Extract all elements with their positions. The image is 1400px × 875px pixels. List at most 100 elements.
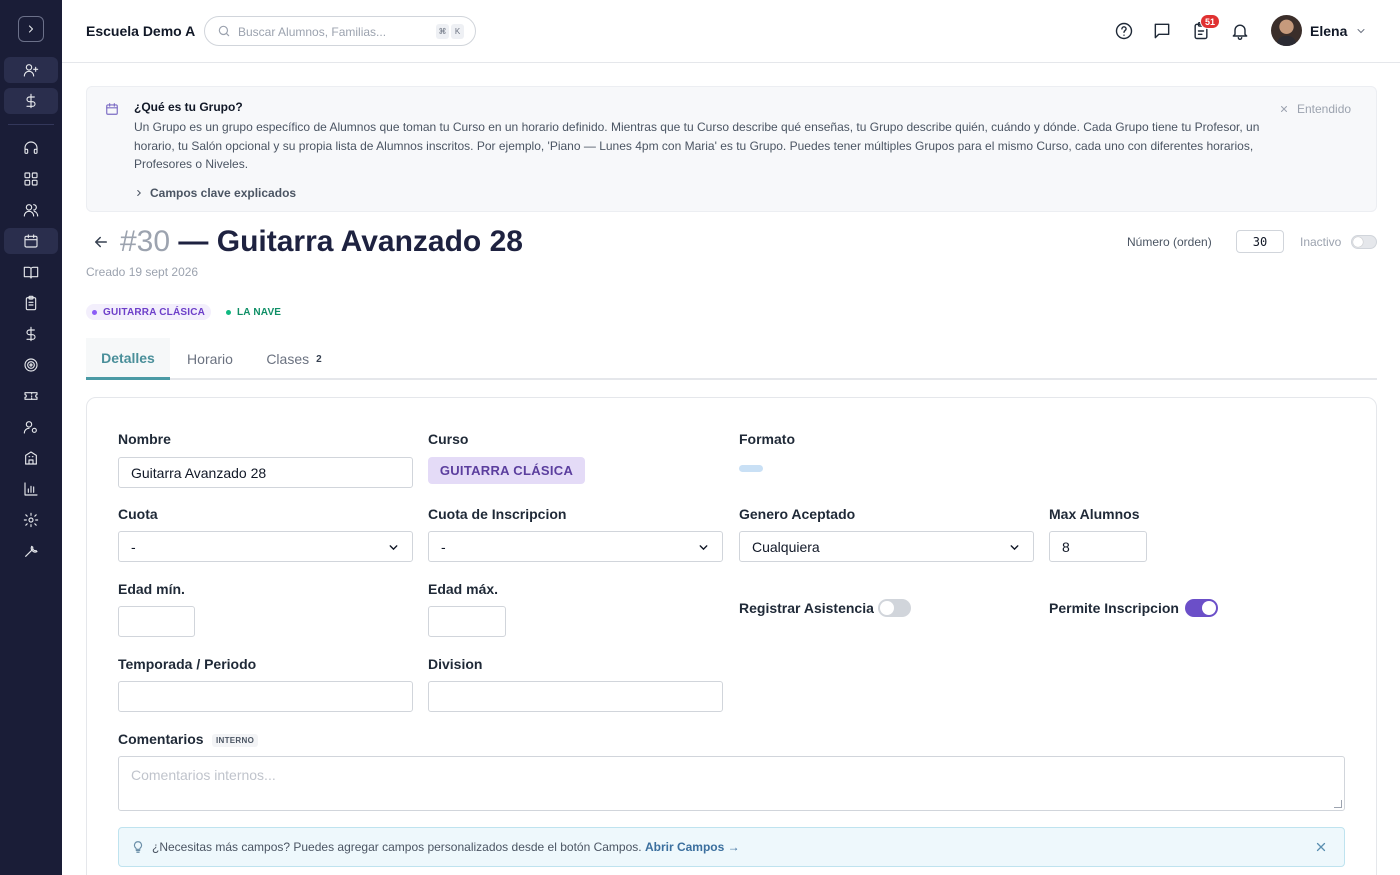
bell-icon <box>1232 24 1248 40</box>
sidebar-item-support[interactable] <box>4 135 58 161</box>
formato-label: Formato <box>739 431 795 447</box>
registrar-asistencia-toggle[interactable] <box>878 599 911 617</box>
group-title: — Guitarra Avanzado 28 <box>178 225 523 258</box>
sidebar-item-staff[interactable] <box>4 414 58 440</box>
sidebar-item-goals[interactable] <box>4 352 58 378</box>
sidebar-expand-button[interactable] <box>18 16 44 42</box>
cuota-inscripcion-label: Cuota de Inscripcion <box>428 506 567 522</box>
division-label: Division <box>428 656 483 672</box>
sidebar-item-payments[interactable] <box>4 88 58 114</box>
tag-dot <box>226 309 231 315</box>
sidebar-item-billing[interactable] <box>4 321 58 347</box>
temporada-label: Temporada / Periodo <box>118 656 257 672</box>
book-icon <box>23 266 39 279</box>
group-number: #30 <box>120 225 171 258</box>
location-tag[interactable]: LA NAVE <box>220 304 287 320</box>
tasks-count-badge: 51 <box>1200 14 1221 29</box>
resize-handle[interactable] <box>1334 800 1342 808</box>
genero-select[interactable]: Cualquiera <box>739 531 1034 562</box>
target-icon <box>24 358 38 372</box>
formato-pill[interactable] <box>739 465 763 472</box>
chevron-right-icon <box>28 25 34 33</box>
tip-text-wrap: ¿Necesitas más campos? Puedes agregar ca… <box>152 840 740 854</box>
search-placeholder: Buscar Alumnos, Familias... <box>238 25 387 39</box>
sidebar-item-add-student[interactable] <box>4 57 58 83</box>
user-settings-icon <box>23 421 37 434</box>
school-name[interactable]: Escuela Demo A <box>86 23 195 39</box>
help-icon <box>1115 22 1133 40</box>
calendar-icon <box>24 234 38 248</box>
tab-clases[interactable]: Clases 2 <box>254 338 334 380</box>
clipboard-icon <box>25 295 37 311</box>
order-input[interactable]: 30 <box>1236 230 1284 253</box>
sidebar-item-dashboard[interactable] <box>4 166 58 192</box>
dollar-icon <box>26 93 36 109</box>
cuota-inscripcion-value: - <box>441 538 446 555</box>
dismiss-label: Entendido <box>1297 102 1352 116</box>
cuota-inscripcion-select[interactable]: - <box>428 531 723 562</box>
nombre-label: Nombre <box>118 431 171 447</box>
sidebar-item-events[interactable] <box>4 383 58 409</box>
message-icon <box>1154 23 1170 39</box>
edad-min-input[interactable] <box>118 606 195 637</box>
user-plus-icon <box>23 64 39 77</box>
page-title: #30 — Guitarra Avanzado 28 <box>120 225 523 259</box>
sidebar-item-attendance[interactable] <box>4 290 58 316</box>
course-tag[interactable]: GUITARRA CLÁSICA <box>86 304 212 320</box>
registrar-asistencia-label: Registrar Asistencia <box>739 600 874 616</box>
messages-button[interactable] <box>1152 21 1172 41</box>
sidebar-item-courses[interactable] <box>4 259 58 285</box>
dismiss-banner-button[interactable]: Entendido <box>1279 102 1351 116</box>
chart-icon <box>24 482 38 496</box>
sidebar-item-tools[interactable] <box>4 538 58 564</box>
key-fields-toggle[interactable]: Campos clave explicados <box>134 186 296 200</box>
open-fields-link[interactable]: Abrir Campos → <box>645 840 740 854</box>
search-icon <box>218 25 230 37</box>
sidebar-item-settings[interactable] <box>4 507 58 533</box>
comentarios-textarea[interactable]: Comentarios internos... <box>118 756 1345 811</box>
lightbulb-icon <box>133 841 143 853</box>
back-arrow-icon[interactable] <box>92 233 110 251</box>
sidebar-item-groups[interactable] <box>4 228 58 254</box>
tab-bar: Detalles Horario Clases 2 <box>86 338 1377 380</box>
tab-horario[interactable]: Horario <box>170 338 250 380</box>
gear-icon <box>23 512 39 528</box>
chevron-down-icon <box>699 545 708 551</box>
user-name[interactable]: Elena <box>1310 23 1347 39</box>
nombre-input[interactable]: Guitarra Avanzado 28 <box>118 457 413 488</box>
edad-max-input[interactable] <box>428 606 506 637</box>
permite-inscripcion-toggle[interactable] <box>1185 599 1218 617</box>
sidebar-item-students[interactable] <box>4 197 58 223</box>
permite-inscripcion-label: Permite Inscripcion <box>1049 600 1179 616</box>
inactive-toggle[interactable] <box>1351 235 1377 249</box>
ticket-icon <box>24 392 38 400</box>
calendar-icon <box>106 103 118 115</box>
sidebar-item-locations[interactable] <box>4 445 58 471</box>
chevron-down-icon[interactable] <box>1355 25 1367 37</box>
curso-pill[interactable]: GUITARRA CLÁSICA <box>428 457 585 484</box>
sidebar-item-reports[interactable] <box>4 476 58 502</box>
division-input[interactable] <box>428 681 723 712</box>
sidebar-divider <box>8 124 54 125</box>
edad-min-label: Edad mín. <box>118 581 185 597</box>
comentarios-label: Comentarios <box>118 731 204 747</box>
curso-label: Curso <box>428 431 469 447</box>
temporada-input[interactable] <box>118 681 413 712</box>
cuota-value: - <box>131 538 136 555</box>
wrench-icon <box>25 545 38 557</box>
max-alumnos-input[interactable]: 8 <box>1049 531 1147 562</box>
kbd-cmd: ⌘ <box>436 24 449 39</box>
internal-badge: INTERNO <box>212 734 259 747</box>
cuota-select[interactable]: - <box>118 531 413 562</box>
genero-value: Cualquiera <box>752 538 820 555</box>
dollar-icon <box>26 326 36 342</box>
search-input[interactable]: Buscar Alumnos, Familias... ⌘ K <box>204 16 476 46</box>
close-icon[interactable] <box>1314 840 1328 854</box>
notifications-button[interactable] <box>1230 21 1250 41</box>
key-fields-label: Campos clave explicados <box>150 186 297 200</box>
tab-label: Detalles <box>101 349 155 366</box>
help-button[interactable] <box>1114 21 1134 41</box>
tab-detalles[interactable]: Detalles <box>86 338 170 380</box>
avatar[interactable] <box>1271 15 1302 46</box>
cuota-label: Cuota <box>118 506 158 522</box>
